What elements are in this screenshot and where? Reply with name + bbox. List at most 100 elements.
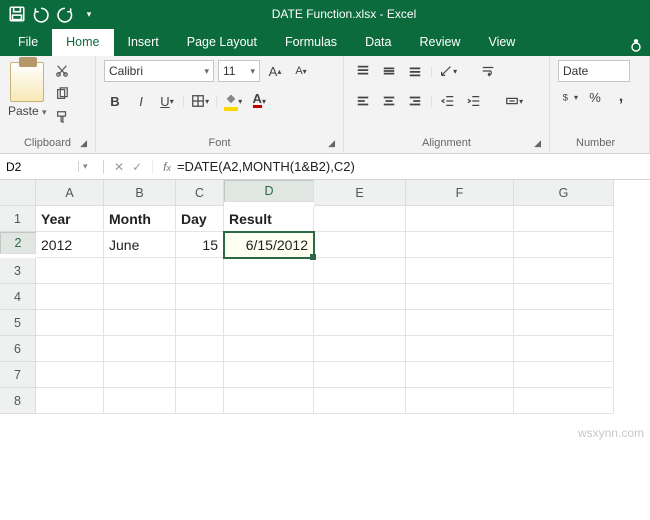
underline-button[interactable]: U▾ (156, 90, 178, 112)
italic-button[interactable]: I (130, 90, 152, 112)
clipboard-launcher-icon[interactable]: ◢ (80, 138, 87, 149)
align-middle-icon[interactable] (378, 60, 400, 82)
cell-e4[interactable] (314, 284, 406, 310)
row-header-1[interactable]: 1 (0, 206, 36, 232)
tab-file[interactable]: File (4, 29, 52, 56)
fx-icon[interactable]: fx (163, 160, 171, 174)
fill-color-icon[interactable]: ▾ (222, 90, 244, 112)
cell-b2[interactable]: June (104, 232, 176, 258)
tab-review[interactable]: Review (405, 29, 474, 56)
cell-e8[interactable] (314, 388, 406, 414)
cell-g5[interactable] (514, 310, 614, 336)
align-right-icon[interactable] (404, 90, 426, 112)
cell-e2[interactable] (314, 232, 406, 258)
cell-f1[interactable] (406, 206, 514, 232)
tab-insert[interactable]: Insert (114, 29, 173, 56)
col-header-c[interactable]: C (176, 180, 224, 206)
tab-home[interactable]: Home (52, 29, 113, 56)
font-launcher-icon[interactable]: ◢ (328, 138, 335, 149)
cell-a8[interactable] (36, 388, 104, 414)
worksheet-grid[interactable]: A B C D E F G 1 Year Month Day Result 2 … (0, 180, 650, 414)
tab-view[interactable]: View (474, 29, 529, 56)
cell-b8[interactable] (104, 388, 176, 414)
cell-f2[interactable] (406, 232, 514, 258)
cell-d3[interactable] (224, 258, 314, 284)
cell-g4[interactable] (514, 284, 614, 310)
cell-b7[interactable] (104, 362, 176, 388)
cell-d2[interactable]: 6/15/2012 (224, 232, 314, 258)
cell-e5[interactable] (314, 310, 406, 336)
name-box-dropdown-icon[interactable]: ▾ (78, 161, 92, 172)
cell-c4[interactable] (176, 284, 224, 310)
tell-me-icon[interactable] (628, 37, 644, 56)
cell-a1[interactable]: Year (36, 206, 104, 232)
format-painter-icon[interactable] (55, 110, 69, 127)
cell-b3[interactable] (104, 258, 176, 284)
row-header-7[interactable]: 7 (0, 362, 36, 388)
row-header-2[interactable]: 2 (0, 232, 36, 254)
cell-f8[interactable] (406, 388, 514, 414)
increase-font-icon[interactable]: A▴ (264, 60, 286, 82)
paste-icon[interactable] (10, 62, 44, 102)
select-all-corner[interactable] (0, 180, 36, 206)
cell-b6[interactable] (104, 336, 176, 362)
col-header-g[interactable]: G (514, 180, 614, 206)
cell-g1[interactable] (514, 206, 614, 232)
copy-icon[interactable] (55, 87, 69, 104)
cell-a5[interactable] (36, 310, 104, 336)
alignment-launcher-icon[interactable]: ◢ (534, 138, 541, 149)
cell-a6[interactable] (36, 336, 104, 362)
qat-more-icon[interactable]: ▾ (80, 9, 98, 20)
cell-f3[interactable] (406, 258, 514, 284)
cell-g2[interactable] (514, 232, 614, 258)
cell-f6[interactable] (406, 336, 514, 362)
cell-e7[interactable] (314, 362, 406, 388)
tab-page-layout[interactable]: Page Layout (173, 29, 271, 56)
col-header-d[interactable]: D (224, 180, 314, 202)
enter-formula-icon[interactable]: ✓ (132, 160, 142, 174)
cell-d1[interactable]: Result (224, 206, 314, 232)
cell-c8[interactable] (176, 388, 224, 414)
row-header-3[interactable]: 3 (0, 258, 36, 284)
cell-a7[interactable] (36, 362, 104, 388)
cell-b4[interactable] (104, 284, 176, 310)
cancel-formula-icon[interactable]: ✕ (114, 160, 124, 174)
col-header-e[interactable]: E (314, 180, 406, 206)
cut-icon[interactable] (55, 64, 69, 81)
col-header-b[interactable]: B (104, 180, 176, 206)
formula-input[interactable] (171, 159, 650, 174)
row-header-4[interactable]: 4 (0, 284, 36, 310)
number-format-select[interactable]: Date (558, 60, 630, 82)
redo-icon[interactable] (56, 5, 74, 23)
save-icon[interactable] (8, 5, 26, 23)
cell-c2[interactable]: 15 (176, 232, 224, 258)
tab-formulas[interactable]: Formulas (271, 29, 351, 56)
font-color-icon[interactable]: A▾ (248, 90, 270, 112)
tab-data[interactable]: Data (351, 29, 405, 56)
name-box-input[interactable] (0, 160, 78, 174)
cell-d8[interactable] (224, 388, 314, 414)
cell-e6[interactable] (314, 336, 406, 362)
cell-b1[interactable]: Month (104, 206, 176, 232)
align-left-icon[interactable] (352, 90, 374, 112)
paste-button[interactable]: Paste ▾ (8, 104, 47, 118)
cell-f4[interactable] (406, 284, 514, 310)
cell-d5[interactable] (224, 310, 314, 336)
percent-format-icon[interactable]: % (584, 86, 606, 108)
cell-b5[interactable] (104, 310, 176, 336)
col-header-a[interactable]: A (36, 180, 104, 206)
row-header-6[interactable]: 6 (0, 336, 36, 362)
align-bottom-icon[interactable] (404, 60, 426, 82)
borders-icon[interactable]: ▾ (189, 90, 211, 112)
cell-g6[interactable] (514, 336, 614, 362)
align-center-icon[interactable] (378, 90, 400, 112)
cell-g7[interactable] (514, 362, 614, 388)
col-header-f[interactable]: F (406, 180, 514, 206)
decrease-indent-icon[interactable] (437, 90, 459, 112)
cell-f5[interactable] (406, 310, 514, 336)
accounting-format-icon[interactable]: $▾ (558, 86, 580, 108)
cell-a4[interactable] (36, 284, 104, 310)
merge-center-icon[interactable]: ▾ (503, 90, 525, 112)
cell-f7[interactable] (406, 362, 514, 388)
cell-e1[interactable] (314, 206, 406, 232)
